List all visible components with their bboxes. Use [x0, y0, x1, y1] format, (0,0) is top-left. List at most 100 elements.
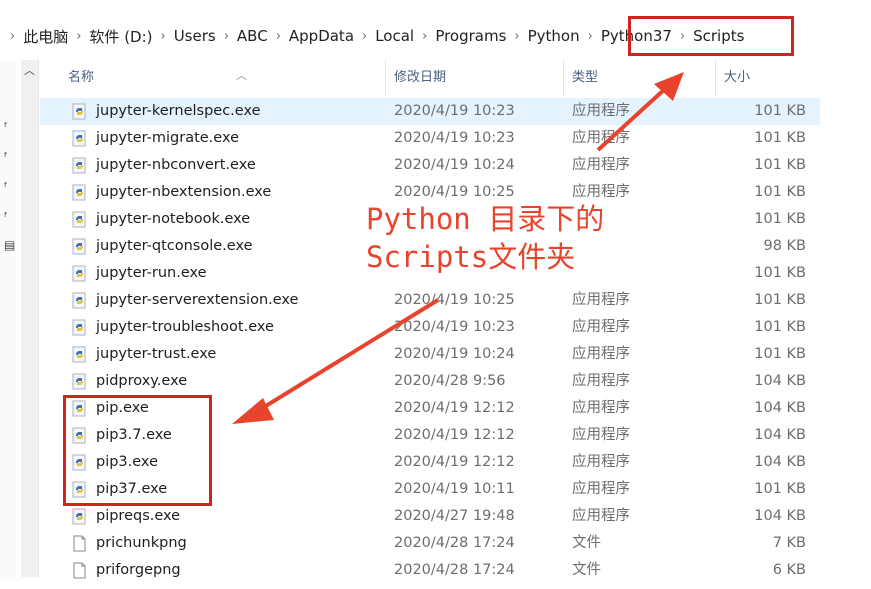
nav-pin-icon[interactable]: ᶠ	[4, 120, 8, 134]
file-size: 101 KB	[754, 184, 806, 200]
file-type: 应用程序	[572, 454, 630, 470]
breadcrumb-item[interactable]: ABC	[237, 27, 268, 45]
file-name: jupyter-nbconvert.exe	[96, 157, 256, 173]
file-date: 2020/4/19 12:12	[394, 454, 515, 470]
nav-pin-icon[interactable]: ᶠ	[4, 210, 8, 224]
python-exe-icon	[71, 265, 88, 282]
column-header-size[interactable]: 大小	[716, 60, 816, 96]
file-name: jupyter-qtconsole.exe	[96, 238, 253, 254]
column-date-label: 修改日期	[394, 70, 447, 85]
blank-file-icon	[71, 562, 88, 579]
file-name: jupyter-nbextension.exe	[96, 184, 272, 200]
python-exe-icon	[71, 292, 88, 309]
file-type: 应用程序	[572, 346, 630, 362]
file-type: 应用程序	[572, 130, 630, 146]
highlight-box-path	[628, 16, 794, 56]
navigation-pane[interactable]: ᶠ ᶠ ᶠ ᶠ ▤	[0, 60, 16, 577]
column-size-label: 大小	[724, 70, 751, 85]
file-row[interactable]: jupyter-kernelspec.exe 2020/4/19 10:23 应用程…	[40, 98, 820, 125]
chevron-right-icon[interactable]: ›	[414, 29, 435, 44]
file-type: 应用程序	[572, 319, 630, 335]
nav-pin-icon[interactable]: ᶠ	[4, 150, 8, 164]
file-name: prichunkpng	[96, 535, 187, 551]
file-size: 101 KB	[754, 346, 806, 362]
chevron-right-icon[interactable]: ›	[268, 29, 289, 44]
file-size: 104 KB	[754, 427, 806, 443]
python-exe-icon	[71, 373, 88, 390]
file-date: 2020/4/19 10:24	[394, 157, 515, 173]
file-date: 2020/4/19 10:23	[394, 319, 515, 335]
column-type-label: 类型	[572, 70, 599, 85]
breadcrumb-item[interactable]: Local	[375, 27, 414, 45]
breadcrumb-item[interactable]: Programs	[435, 27, 506, 45]
file-size: 6 KB	[772, 562, 806, 578]
chevron-right-icon[interactable]: ›	[580, 29, 601, 44]
file-row[interactable]: jupyter-serverextension.exe 2020/4/19 10:…	[40, 287, 820, 314]
scroll-up-icon[interactable]: ︿	[21, 62, 38, 79]
breadcrumb-item[interactable]: AppData	[289, 27, 354, 45]
file-row[interactable]: priforgepng 2020/4/28 17:24 文件 6 KB	[40, 557, 820, 584]
sort-ascending-icon: ︿	[236, 69, 247, 82]
chevron-right-icon[interactable]: ›	[354, 29, 375, 44]
file-type: 应用程序	[572, 508, 630, 524]
file-list: jupyter-kernelspec.exe 2020/4/19 10:23 应用程…	[40, 98, 820, 584]
file-name: jupyter-kernelspec.exe	[96, 103, 261, 119]
python-exe-icon	[71, 103, 88, 120]
breadcrumb-item[interactable]: 此电脑	[23, 26, 68, 47]
file-row[interactable]: jupyter-migrate.exe 2020/4/19 10:23 应用程序 10…	[40, 125, 820, 152]
nav-scrollbar[interactable]: ︿	[21, 60, 39, 577]
file-date: 2020/4/19 10:23	[394, 130, 515, 146]
column-header-date[interactable]: 修改日期	[386, 60, 564, 96]
file-size: 104 KB	[754, 508, 806, 524]
highlight-box-pip-files	[63, 395, 212, 506]
file-date: 2020/4/19 12:12	[394, 400, 515, 416]
chevron-right-icon[interactable]: ›	[68, 29, 89, 44]
file-name: priforgepng	[96, 562, 181, 578]
nav-drive-icon[interactable]: ▤	[4, 238, 15, 252]
file-size: 7 KB	[772, 535, 806, 551]
breadcrumb-item[interactable]: Python	[528, 27, 580, 45]
file-name: pidproxy.exe	[96, 373, 188, 389]
file-type: 文件	[572, 562, 601, 578]
file-size: 101 KB	[754, 157, 806, 173]
file-date: 2020/4/28 9:56	[394, 373, 506, 389]
file-row[interactable]: jupyter-troubleshoot.exe 2020/4/19 10:23 应…	[40, 314, 820, 341]
python-exe-icon	[71, 508, 88, 525]
file-type: 应用程序	[572, 157, 630, 173]
file-date: 2020/4/19 10:11	[394, 481, 515, 497]
file-row[interactable]: jupyter-nbconvert.exe 2020/4/19 10:24 应用程序…	[40, 152, 820, 179]
breadcrumb-item[interactable]: 软件 (D:)	[89, 26, 152, 47]
file-size: 101 KB	[754, 319, 806, 335]
python-exe-icon	[71, 346, 88, 363]
chevron-right-icon[interactable]: ›	[153, 29, 174, 44]
file-row[interactable]: jupyter-trust.exe 2020/4/19 10:24 应用程序 101 …	[40, 341, 820, 368]
file-date: 2020/4/27 19:48	[394, 508, 515, 524]
file-date: 2020/4/28 17:24	[394, 562, 515, 578]
file-name: jupyter-troubleshoot.exe	[96, 319, 274, 335]
file-size: 101 KB	[754, 292, 806, 308]
nav-pin-icon[interactable]: ᶠ	[4, 180, 8, 194]
column-name-label: 名称	[68, 70, 95, 85]
file-size: 104 KB	[754, 454, 806, 470]
file-date: 2020/4/19 10:25	[394, 292, 515, 308]
column-header-type[interactable]: 类型	[564, 60, 716, 96]
file-size: 101 KB	[754, 481, 806, 497]
file-row[interactable]: pipreqs.exe 2020/4/27 19:48 应用程序 104 KB	[40, 503, 820, 530]
file-type: 应用程序	[572, 292, 630, 308]
annotation-text: Python 目录下的 Scripts文件夹	[366, 200, 646, 276]
annotation-line-2: Scripts文件夹	[366, 240, 576, 274]
file-row[interactable]: pidproxy.exe 2020/4/28 9:56 应用程序 104 KB	[40, 368, 820, 395]
file-name: pipreqs.exe	[96, 508, 181, 524]
column-header: 名称 ︿ 修改日期 类型 大小	[40, 60, 820, 96]
breadcrumb-item[interactable]: Users	[174, 27, 216, 45]
column-header-name[interactable]: 名称 ︿	[60, 60, 386, 96]
file-type: 应用程序	[572, 481, 630, 497]
file-name: jupyter-run.exe	[96, 265, 207, 281]
chevron-right-icon[interactable]: ›	[216, 29, 237, 44]
file-size: 101 KB	[754, 103, 806, 119]
file-row[interactable]: prichunkpng 2020/4/28 17:24 文件 7 KB	[40, 530, 820, 557]
chevron-right-icon[interactable]: ›	[506, 29, 527, 44]
file-date: 2020/4/19 12:12	[394, 427, 515, 443]
chevron-right-icon[interactable]: ›	[0, 29, 23, 44]
file-size: 101 KB	[754, 265, 806, 281]
